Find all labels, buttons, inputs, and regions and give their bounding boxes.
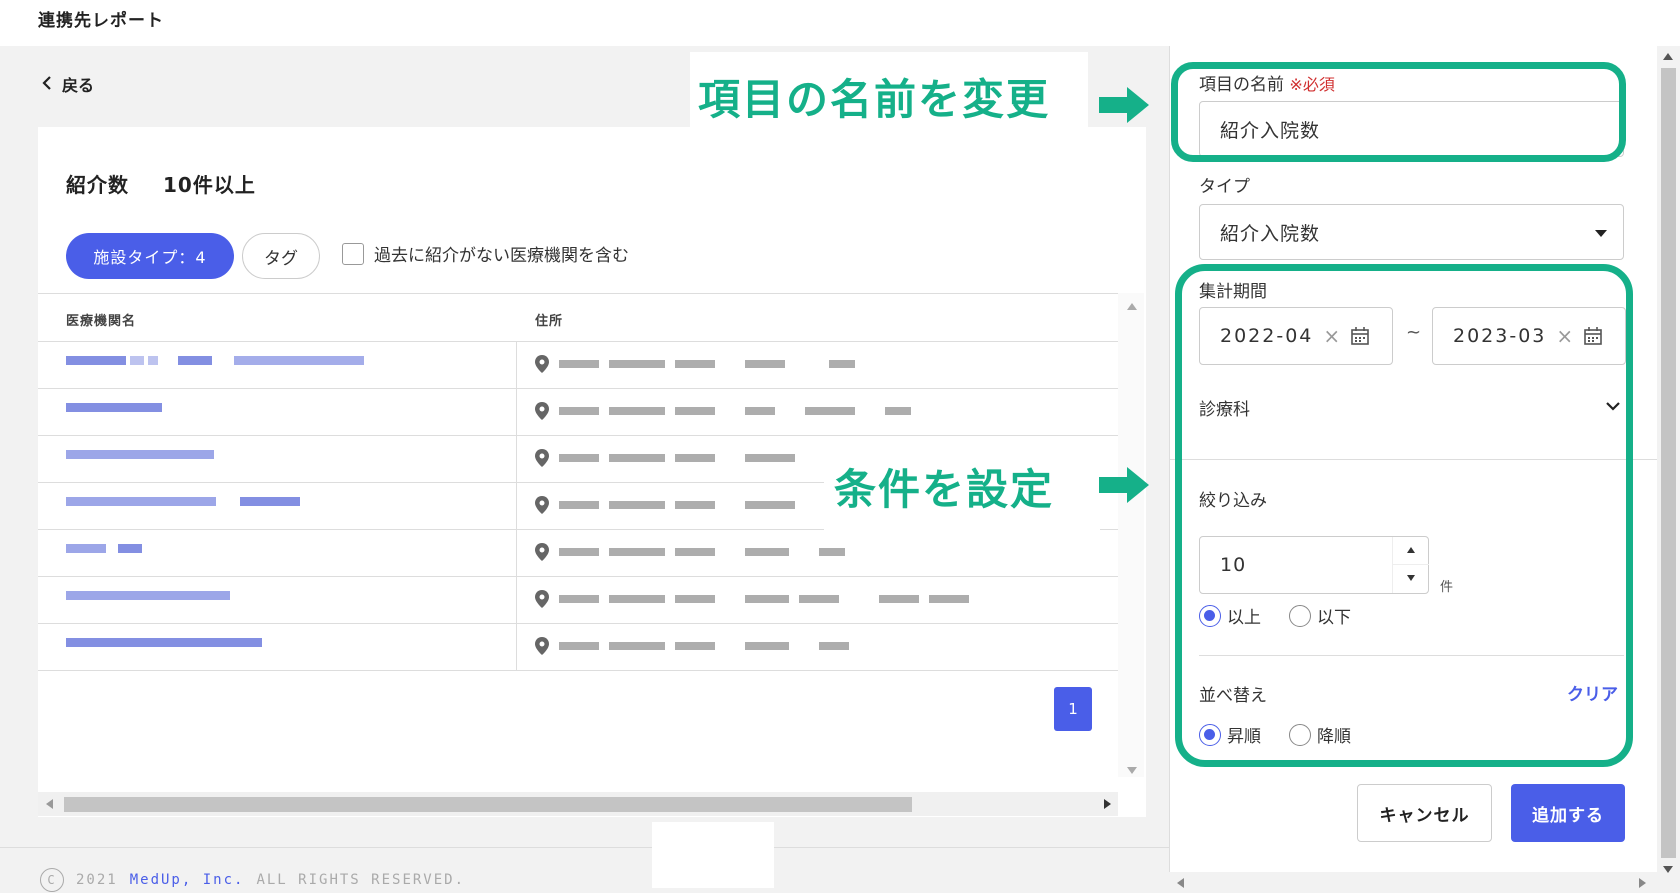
annotation-conditions-text: 条件を設定 bbox=[834, 465, 1055, 514]
annotation-arrow-icon bbox=[1099, 467, 1149, 503]
annotation-rename-box: 項目の名前を変更 bbox=[690, 52, 1088, 130]
footer-rights: ALL RIGHTS RESERVED. bbox=[256, 872, 466, 888]
table-row[interactable] bbox=[38, 530, 1118, 577]
scroll-left-icon bbox=[46, 799, 53, 809]
footer: C 2021 MedUp, Inc. ALL RIGHTS RESERVED. bbox=[40, 868, 465, 892]
location-pin-icon bbox=[535, 637, 549, 655]
column-divider bbox=[516, 342, 517, 389]
back-label: 戻る bbox=[62, 76, 95, 95]
annotation-highlight-name bbox=[1171, 62, 1626, 162]
column-divider bbox=[516, 530, 517, 577]
type-select-value: 紹介入院数 bbox=[1220, 222, 1321, 245]
page-title: 連携先レポート bbox=[38, 11, 164, 31]
card-title-condition: 10件以上 bbox=[163, 173, 256, 197]
cancel-button[interactable]: キャンセル bbox=[1357, 784, 1492, 842]
table-row[interactable] bbox=[38, 577, 1118, 624]
panel-vertical-scrollbar[interactable] bbox=[1657, 46, 1680, 893]
scroll-right-icon bbox=[1104, 799, 1111, 809]
address-masked bbox=[535, 590, 969, 608]
panel-horizontal-scrollbar[interactable] bbox=[1169, 872, 1657, 893]
annotation-rename-text: 項目の名前を変更 bbox=[698, 75, 1051, 124]
footer-year: 2021 bbox=[76, 872, 118, 888]
scroll-right-icon bbox=[1639, 878, 1646, 888]
table-row[interactable] bbox=[38, 342, 1118, 389]
top-bar: 連携先レポート bbox=[0, 0, 1680, 46]
facility-name-masked[interactable] bbox=[66, 591, 230, 600]
table-vertical-scrollbar[interactable] bbox=[1118, 293, 1144, 777]
column-divider bbox=[516, 577, 517, 624]
include-past-checkbox[interactable] bbox=[342, 242, 364, 265]
scroll-left-icon bbox=[1177, 878, 1184, 888]
facility-name-masked[interactable] bbox=[66, 497, 300, 506]
masked-area bbox=[652, 822, 774, 888]
pagination-page-1[interactable]: 1 bbox=[1054, 687, 1092, 731]
tag-filter-button[interactable]: タグ bbox=[242, 233, 320, 279]
card-title: 紹介数 10件以上 bbox=[66, 169, 256, 198]
facility-name-masked[interactable] bbox=[66, 403, 162, 412]
card-title-metric: 紹介数 bbox=[66, 173, 129, 197]
column-divider bbox=[516, 436, 517, 483]
scroll-up-icon bbox=[1127, 303, 1137, 310]
scroll-down-icon bbox=[1663, 866, 1673, 873]
facility-name-masked[interactable] bbox=[66, 450, 214, 459]
include-past-label: 過去に紹介がない医療機関を含む bbox=[374, 246, 629, 266]
address-masked bbox=[535, 449, 795, 467]
copyright-icon: C bbox=[40, 868, 64, 892]
annotation-highlight-conditions bbox=[1175, 264, 1633, 767]
facility-name-masked[interactable] bbox=[66, 356, 364, 365]
scrollbar-thumb[interactable] bbox=[64, 797, 912, 812]
scroll-up-icon bbox=[1663, 53, 1673, 60]
back-link[interactable]: 戻る bbox=[42, 72, 94, 96]
footer-company: MedUp, Inc. bbox=[129, 872, 245, 888]
annotation-conditions-box: 条件を設定 bbox=[824, 436, 1100, 532]
add-button[interactable]: 追加する bbox=[1511, 784, 1625, 842]
type-label: タイプ bbox=[1199, 177, 1250, 197]
location-pin-icon bbox=[535, 590, 549, 608]
address-masked bbox=[535, 637, 849, 655]
annotation-arrow-icon bbox=[1099, 87, 1149, 123]
location-pin-icon bbox=[535, 543, 549, 561]
table-header: 医療機関名 住所 bbox=[38, 293, 1118, 342]
scrollbar-thumb[interactable] bbox=[1661, 68, 1676, 858]
caret-down-icon bbox=[1595, 230, 1607, 237]
column-divider bbox=[516, 483, 517, 530]
location-pin-icon bbox=[535, 496, 549, 514]
address-masked bbox=[535, 496, 795, 514]
address-masked bbox=[535, 402, 911, 420]
column-divider bbox=[516, 624, 517, 671]
column-divider bbox=[516, 389, 517, 436]
facility-name-masked[interactable] bbox=[66, 544, 142, 553]
column-header-address[interactable]: 住所 bbox=[535, 310, 563, 329]
include-past-option[interactable]: 過去に紹介がない医療機関を含む bbox=[342, 241, 629, 266]
facility-name-masked[interactable] bbox=[66, 638, 262, 647]
column-header-name[interactable]: 医療機関名 bbox=[66, 310, 136, 329]
facility-type-filter-button[interactable]: 施設タイプ：4 bbox=[66, 233, 234, 279]
location-pin-icon bbox=[535, 449, 549, 467]
scroll-down-icon bbox=[1127, 767, 1137, 774]
table-row[interactable] bbox=[38, 624, 1118, 671]
table-horizontal-scrollbar[interactable] bbox=[38, 792, 1118, 816]
footer-divider bbox=[0, 847, 1169, 848]
type-select[interactable]: 紹介入院数 bbox=[1199, 204, 1624, 260]
address-masked bbox=[535, 355, 855, 373]
location-pin-icon bbox=[535, 402, 549, 420]
table-row[interactable] bbox=[38, 389, 1118, 436]
address-masked bbox=[535, 543, 845, 561]
chevron-left-icon bbox=[42, 75, 52, 94]
location-pin-icon bbox=[535, 355, 549, 373]
